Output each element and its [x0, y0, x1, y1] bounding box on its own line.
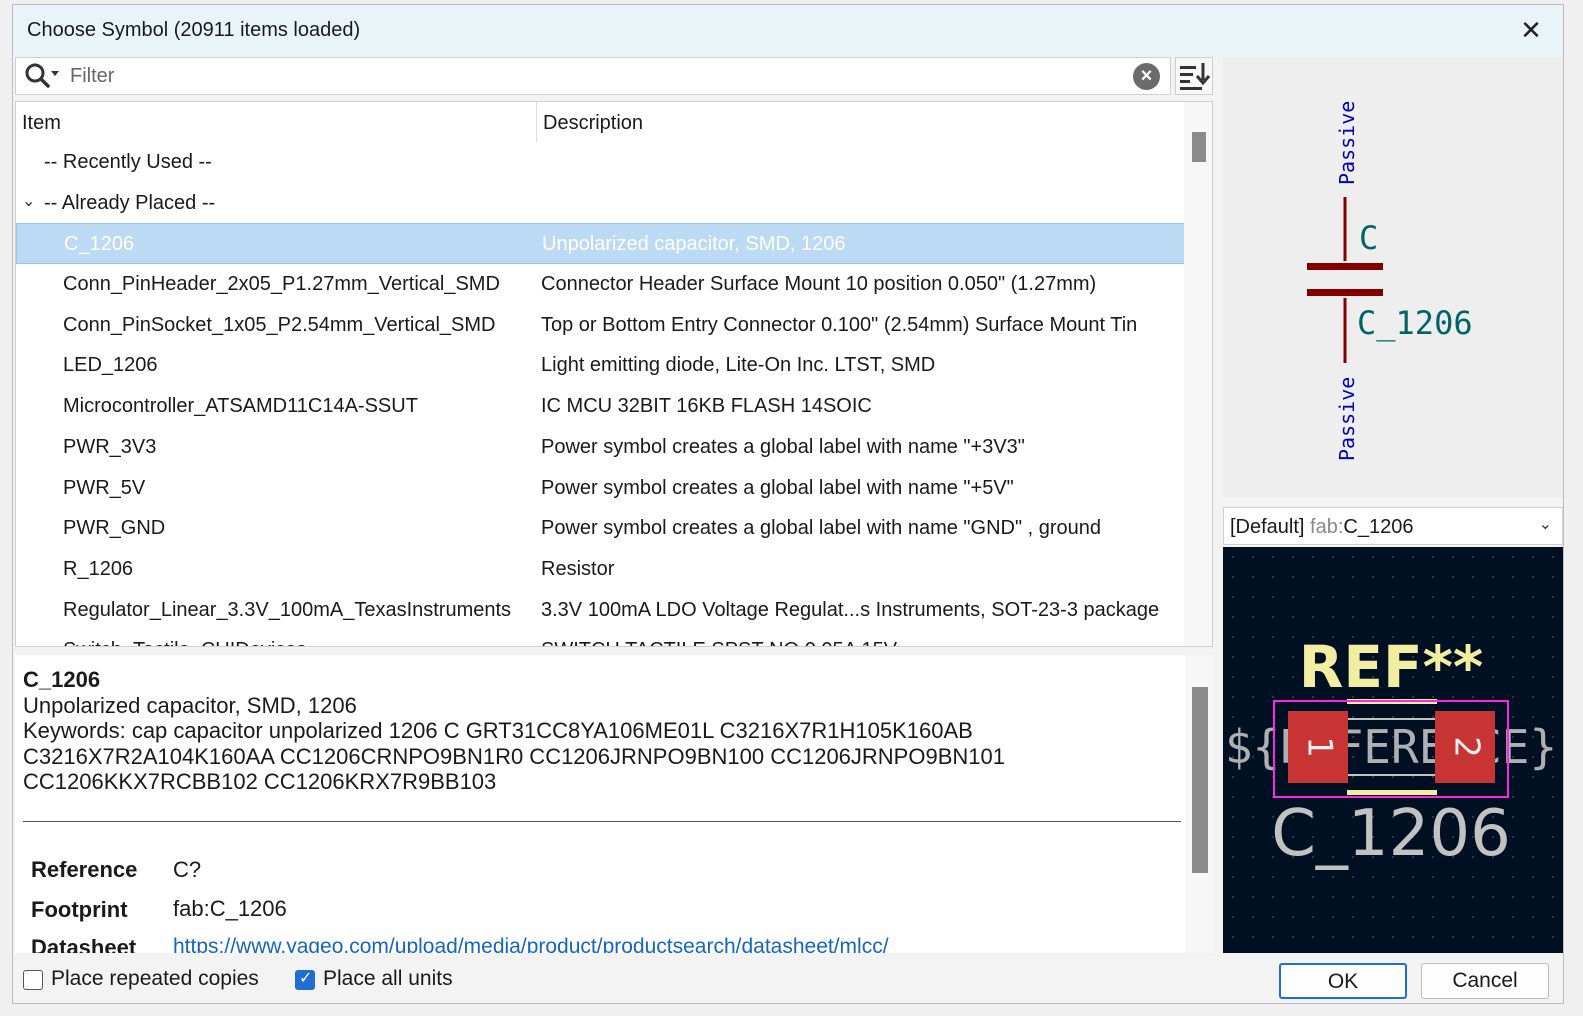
- tree-row[interactable]: PWR_5V Power symbol creates a global labe…: [16, 468, 1186, 509]
- filter-bar: ×: [15, 57, 1171, 95]
- tree-row-description: Top or Bottom Entry Connector 0.100" (2.…: [541, 313, 1138, 336]
- details-keywords: Keywords: cap capacitor unpolarized 1206…: [23, 718, 1005, 794]
- tree-row-item: C_1206: [64, 233, 135, 256]
- symbol-ref-text: C: [1359, 219, 1378, 257]
- tree-row-description: Light emitting diode, Lite-On Inc. LTST,…: [541, 354, 936, 377]
- tree-row-description: 3.3V 100mA LDO Voltage Regulat...s Instr…: [541, 598, 1160, 621]
- tree-row-item: -- Already Placed --: [44, 191, 216, 214]
- tree-row-item: -- Recently Used --: [44, 151, 212, 173]
- column-header-item[interactable]: Item: [22, 112, 61, 135]
- tree-row[interactable]: Conn_PinHeader_2x05_P1.27mm_Vertical_SMD…: [16, 264, 1186, 305]
- silk-line-bottom: [1347, 790, 1437, 795]
- tree-row[interactable]: PWR_GND Power symbol creates a global lab…: [16, 508, 1186, 549]
- tree-row-description: SWITCH TACTILE SPST-NO 0.05A 15V: [541, 639, 897, 646]
- symbol-tree: Item Description -- Recently Used -- ⌄ -- …: [15, 101, 1213, 647]
- capacitor-plate-top: [1307, 263, 1383, 270]
- dialog-title: Choose Symbol (20911 items loaded): [27, 19, 361, 41]
- filter-input[interactable]: [70, 62, 1120, 90]
- footprint-label: Footprint: [31, 897, 128, 922]
- tree-row[interactable]: PWR_3V3 Power symbol creates a global lab…: [16, 427, 1186, 468]
- checkbox-icon[interactable]: [295, 968, 315, 990]
- capacitor-plate-bottom: [1307, 289, 1383, 296]
- chevron-down-icon: ⌄: [1538, 516, 1552, 533]
- column-header-description[interactable]: Description: [543, 112, 643, 135]
- details-symbol-name: C_1206: [23, 667, 101, 692]
- pin-bottom-type: Passive: [1335, 377, 1359, 461]
- choose-symbol-dialog: Choose Symbol (20911 items loaded) ✕ × I…: [12, 4, 1564, 1004]
- footprint-value: fab:C_1206: [173, 896, 287, 921]
- tree-row-item: Conn_PinHeader_2x05_P1.27mm_Vertical_SMD: [63, 273, 500, 296]
- tree-row-description: Connector Header Surface Mount 10 positi…: [541, 273, 1097, 296]
- place-all-units-label[interactable]: Place all units: [323, 967, 453, 991]
- close-button[interactable]: ✕: [1515, 15, 1547, 47]
- footprint-selector[interactable]: [Default] fab:C_1206 ⌄: [1223, 507, 1563, 545]
- tree-rows: -- Recently Used -- ⌄ -- Already Placed --…: [16, 142, 1186, 646]
- tree-row-description: Power symbol creates a global label with…: [541, 476, 1014, 499]
- pad-1-number: 1: [1300, 736, 1340, 758]
- symbol-details-panel: C_1206 Unpolarized capacitor, SMD, 1206 …: [15, 655, 1213, 953]
- tree-row-description: Resistor: [541, 557, 615, 580]
- tree-row-item: Regulator_Linear_3.3V_100mA_TexasInstrum…: [63, 598, 512, 621]
- tree-row[interactable]: Conn_PinSocket_1x05_P2.54mm_Vertical_SMD…: [16, 305, 1186, 346]
- checkbox-icon[interactable]: [23, 970, 43, 990]
- sort-button[interactable]: [1175, 57, 1213, 95]
- tree-row-item: R_1206: [63, 557, 134, 580]
- search-icon[interactable]: [24, 62, 64, 90]
- tree-row-item: Conn_PinSocket_1x05_P2.54mm_Vertical_SMD: [63, 313, 496, 336]
- details-scrollbar-thumb[interactable]: [1192, 687, 1208, 873]
- tree-row[interactable]: Regulator_Linear_3.3V_100mA_TexasInstrum…: [16, 590, 1186, 631]
- footprint-preview: REF** ${REFERENCE} 1 2 C_1206: [1223, 547, 1563, 953]
- footprint-ref-silk: REF**: [1299, 633, 1484, 701]
- tree-row-item: PWR_GND: [63, 517, 166, 540]
- tree-scrollbar-thumb[interactable]: [1192, 132, 1206, 162]
- tree-scrollbar[interactable]: [1184, 102, 1212, 646]
- tree-row-description: IC MCU 32BIT 16KB FLASH 14SOIC: [541, 395, 872, 418]
- title-bar: Choose Symbol (20911 items loaded) ✕: [13, 5, 1563, 57]
- tree-row-item: LED_1206: [63, 354, 158, 377]
- datasheet-link[interactable]: https://www.yageo.com/upload/media/produ…: [173, 935, 889, 953]
- details-scrollbar[interactable]: [1185, 655, 1213, 953]
- tree-row-description: Power symbol creates a global label with…: [541, 517, 1102, 540]
- tree-row-description: Power symbol creates a global label with…: [541, 435, 1025, 458]
- tree-group-row[interactable]: ⌄ -- Already Placed --: [16, 183, 1186, 224]
- symbol-preview: Passive C C_1206 Passive: [1223, 57, 1563, 497]
- footprint-selector-text: [Default] fab:C_1206: [1230, 516, 1414, 538]
- ok-button[interactable]: OK: [1279, 963, 1407, 999]
- tree-group-row[interactable]: -- Recently Used --: [16, 142, 1186, 183]
- details-divider: [23, 821, 1181, 822]
- symbol-value-text: C_1206: [1357, 304, 1473, 342]
- tree-header: Item Description: [16, 102, 1186, 142]
- tree-row[interactable]: Switch_Tactile_CUIDevices SWITCH TACTILE …: [16, 630, 1186, 646]
- dialog-button-bar: Place repeated copies Place all units OK…: [13, 957, 1563, 1005]
- clear-filter-icon[interactable]: ×: [1133, 63, 1160, 90]
- tree-row[interactable]: C_1206 Unpolarized capacitor, SMD, 1206: [16, 223, 1186, 265]
- cancel-button[interactable]: Cancel: [1421, 963, 1549, 999]
- tree-row[interactable]: Microcontroller_ATSAMD11C14A-SSUT IC MCU …: [16, 386, 1186, 427]
- sort-icon: [1180, 63, 1211, 90]
- tree-row-description: Unpolarized capacitor, SMD, 1206: [542, 233, 846, 256]
- pad-2-number: 2: [1447, 736, 1487, 758]
- tree-row-item: Switch_Tactile_CUIDevices: [63, 639, 306, 646]
- datasheet-label: Datasheet: [31, 935, 137, 953]
- column-divider[interactable]: [536, 102, 537, 142]
- reference-label: Reference: [31, 857, 138, 882]
- footprint-value-fab: C_1206: [1271, 797, 1511, 871]
- details-description: Unpolarized capacitor, SMD, 1206: [23, 693, 357, 718]
- chevron-down-icon[interactable]: ⌄: [22, 191, 35, 211]
- place-repeated-label[interactable]: Place repeated copies: [51, 967, 259, 991]
- pin-top-type: Passive: [1335, 101, 1359, 185]
- tree-row[interactable]: R_1206 Resistor: [16, 549, 1186, 590]
- tree-row-item: PWR_3V3: [63, 435, 157, 458]
- tree-row[interactable]: LED_1206 Light emitting diode, Lite-On In…: [16, 345, 1186, 386]
- tree-row-item: PWR_5V: [63, 476, 146, 499]
- tree-row-item: Microcontroller_ATSAMD11C14A-SSUT: [63, 395, 418, 418]
- reference-value: C?: [173, 857, 202, 882]
